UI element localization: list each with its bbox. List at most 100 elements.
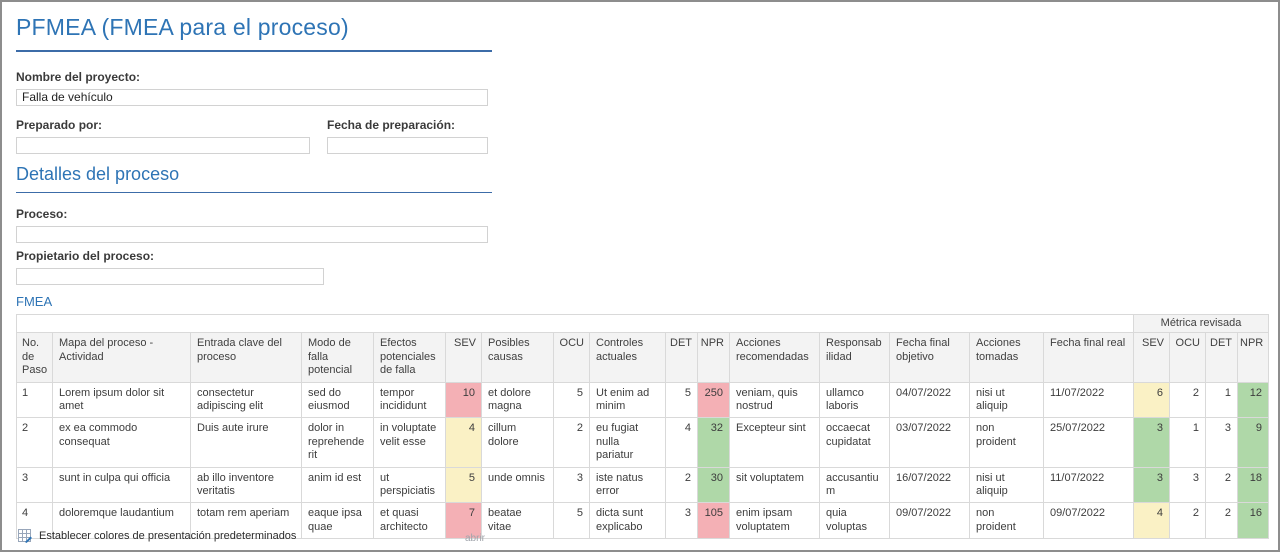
cell-real-date[interactable]: 11/07/2022 <box>1044 467 1134 503</box>
cell-npr[interactable]: 32 <box>698 418 730 467</box>
cell-activity[interactable]: ex ea commodo consequat <box>53 418 191 467</box>
cell-det[interactable]: 4 <box>666 418 698 467</box>
cell-effects[interactable]: in voluptate velit esse <box>374 418 446 467</box>
prepared-by-input[interactable] <box>16 137 310 154</box>
cell-responsible[interactable]: ullamco laboris <box>820 382 890 418</box>
cell-real-date[interactable]: 11/07/2022 <box>1044 382 1134 418</box>
cell-ocu[interactable]: 2 <box>554 418 590 467</box>
cell-actions[interactable]: Excepteur sint <box>730 418 820 467</box>
prep-date-field: Fecha de preparación: <box>327 118 488 154</box>
table-row: 1Lorem ipsum dolor sit ametconsectetur a… <box>17 382 1269 418</box>
cell-failure-mode[interactable]: sed do eiusmod <box>302 382 374 418</box>
cell-target-date[interactable]: 09/07/2022 <box>890 503 970 539</box>
cell-key-input[interactable]: Duis aute irure <box>191 418 302 467</box>
process-field: Proceso: <box>16 207 488 243</box>
cell-causes[interactable]: unde omnis <box>482 467 554 503</box>
set-default-colors-button[interactable]: Establecer colores de presentación prede… <box>18 529 296 543</box>
cell-sev2[interactable]: 6 <box>1134 382 1170 418</box>
group-header-row: Métrica revisada <box>17 315 1269 333</box>
cell-controls[interactable]: eu fugiat nulla pariatur <box>590 418 666 467</box>
cell-effects[interactable]: tempor incididunt <box>374 382 446 418</box>
cell-real-date[interactable]: 25/07/2022 <box>1044 418 1134 467</box>
cell-det2[interactable]: 2 <box>1206 467 1238 503</box>
cell-responsible[interactable]: occaecat cupidatat <box>820 418 890 467</box>
cell-target-date[interactable]: 04/07/2022 <box>890 382 970 418</box>
cell-sev[interactable]: 10 <box>446 382 482 418</box>
cell-controls[interactable]: Ut enim ad minim <box>590 382 666 418</box>
col-header-sev: SEV <box>446 333 482 382</box>
cell-ocu2[interactable]: 2 <box>1170 503 1206 539</box>
open-link[interactable]: abrir <box>465 533 485 544</box>
col-header-causes: Posibles causas <box>482 333 554 382</box>
cell-no[interactable]: 1 <box>17 382 53 418</box>
cell-causes[interactable]: beatae vitae <box>482 503 554 539</box>
cell-det2[interactable]: 3 <box>1206 418 1238 467</box>
process-owner-field: Propietario del proceso: <box>16 249 324 285</box>
group-header-spacer <box>17 315 1134 333</box>
cell-activity[interactable]: Lorem ipsum dolor sit amet <box>53 382 191 418</box>
cell-causes[interactable]: et dolore magna <box>482 382 554 418</box>
cell-key-input[interactable]: consectetur adipiscing elit <box>191 382 302 418</box>
prep-date-label: Fecha de preparación: <box>327 118 488 132</box>
project-name-field: Nombre del proyecto: <box>16 70 488 106</box>
cell-det2[interactable]: 1 <box>1206 382 1238 418</box>
process-owner-input[interactable] <box>16 268 324 285</box>
cell-actions[interactable]: enim ipsam voluptatem <box>730 503 820 539</box>
cell-sev2[interactable]: 3 <box>1134 467 1170 503</box>
cell-ocu2[interactable]: 3 <box>1170 467 1206 503</box>
cell-npr[interactable]: 250 <box>698 382 730 418</box>
col-header-revised-ocu: OCU <box>1170 333 1206 382</box>
cell-activity[interactable]: sunt in culpa qui officia <box>53 467 191 503</box>
table-row: 2ex ea commodo consequatDuis aute irured… <box>17 418 1269 467</box>
cell-npr[interactable]: 30 <box>698 467 730 503</box>
process-owner-label: Propietario del proceso: <box>16 249 324 263</box>
cell-actions-taken[interactable]: nisi ut aliquip <box>970 467 1044 503</box>
cell-npr2[interactable]: 9 <box>1238 418 1269 467</box>
cell-npr2[interactable]: 18 <box>1238 467 1269 503</box>
cell-target-date[interactable]: 16/07/2022 <box>890 467 970 503</box>
cell-actions[interactable]: sit voluptatem <box>730 467 820 503</box>
cell-npr2[interactable]: 16 <box>1238 503 1269 539</box>
cell-npr2[interactable]: 12 <box>1238 382 1269 418</box>
cell-effects[interactable]: ut perspiciatis <box>374 467 446 503</box>
cell-real-date[interactable]: 09/07/2022 <box>1044 503 1134 539</box>
cell-failure-mode[interactable]: eaque ipsa quae <box>302 503 374 539</box>
cell-responsible[interactable]: accusantium <box>820 467 890 503</box>
project-name-input[interactable] <box>16 89 488 106</box>
col-header-npr: NPR <box>698 333 730 382</box>
cell-responsible[interactable]: quia voluptas <box>820 503 890 539</box>
cell-actions-taken[interactable]: non proident <box>970 503 1044 539</box>
cell-det[interactable]: 2 <box>666 467 698 503</box>
col-header-activity: Mapa del proceso - Actividad <box>53 333 191 382</box>
cell-sev[interactable]: 5 <box>446 467 482 503</box>
process-input[interactable] <box>16 226 488 243</box>
cell-ocu[interactable]: 3 <box>554 467 590 503</box>
cell-det[interactable]: 3 <box>666 503 698 539</box>
fmea-table: Métrica revisada No. de Paso Mapa del pr… <box>16 314 1269 539</box>
cell-ocu2[interactable]: 1 <box>1170 418 1206 467</box>
cell-target-date[interactable]: 03/07/2022 <box>890 418 970 467</box>
cell-failure-mode[interactable]: dolor in reprehenderit <box>302 418 374 467</box>
cell-npr[interactable]: 105 <box>698 503 730 539</box>
cell-sev[interactable]: 4 <box>446 418 482 467</box>
cell-ocu[interactable]: 5 <box>554 503 590 539</box>
cell-sev2[interactable]: 4 <box>1134 503 1170 539</box>
cell-no[interactable]: 2 <box>17 418 53 467</box>
cell-causes[interactable]: cillum dolore <box>482 418 554 467</box>
cell-no[interactable]: 3 <box>17 467 53 503</box>
cell-det[interactable]: 5 <box>666 382 698 418</box>
cell-key-input[interactable]: ab illo inventore veritatis <box>191 467 302 503</box>
cell-actions-taken[interactable]: nisi ut aliquip <box>970 382 1044 418</box>
cell-sev2[interactable]: 3 <box>1134 418 1170 467</box>
cell-controls[interactable]: iste natus error <box>590 467 666 503</box>
prep-date-input[interactable] <box>327 137 488 154</box>
col-header-actual-date: Fecha final real <box>1044 333 1134 382</box>
cell-det2[interactable]: 2 <box>1206 503 1238 539</box>
cell-actions-taken[interactable]: non proident <box>970 418 1044 467</box>
cell-failure-mode[interactable]: anim id est <box>302 467 374 503</box>
cell-controls[interactable]: dicta sunt explicabo <box>590 503 666 539</box>
cell-actions[interactable]: veniam, quis nostrud <box>730 382 820 418</box>
cell-ocu2[interactable]: 2 <box>1170 382 1206 418</box>
cell-effects[interactable]: et quasi architecto <box>374 503 446 539</box>
cell-ocu[interactable]: 5 <box>554 382 590 418</box>
